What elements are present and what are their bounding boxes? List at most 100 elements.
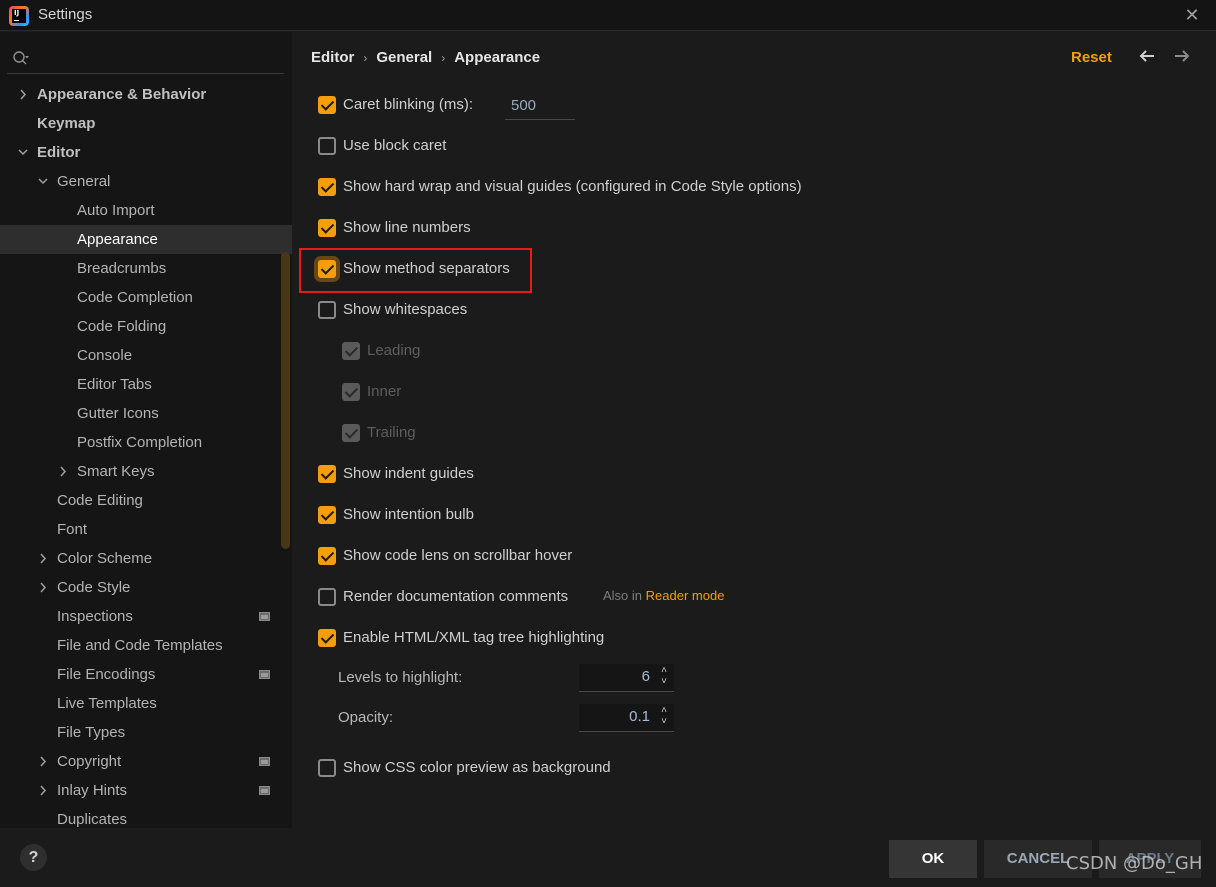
sidebar-item-font[interactable]: Font — [0, 515, 292, 544]
sidebar-item-keymap[interactable]: Keymap — [0, 109, 292, 138]
spinner-up-icon[interactable]: ˄ — [657, 665, 671, 676]
sidebar-item-duplicates[interactable]: Duplicates — [0, 805, 292, 828]
sidebar-item-postfix-completion[interactable]: Postfix Completion — [0, 428, 292, 457]
sidebar-item-color-scheme[interactable]: Color Scheme — [0, 544, 292, 573]
breadcrumb: Editor › General › Appearance — [311, 49, 540, 66]
caret-blinking-input[interactable]: 500 — [505, 94, 575, 120]
spinner-arrows-icon[interactable]: ˄ ˅ — [657, 705, 671, 731]
sidebar-item-label: Console — [77, 347, 133, 364]
sidebar-item-label: Editor — [37, 144, 81, 161]
sidebar-item-label: Appearance — [77, 231, 158, 248]
breadcrumb-separator: › — [441, 51, 446, 65]
help-button[interactable]: ? — [20, 844, 47, 871]
show-hard-wrap-and-visual-guides-configured-in-code-style-options-checkbox[interactable] — [318, 178, 336, 196]
show-line-numbers-label[interactable]: Show line numbers — [343, 216, 471, 240]
sidebar-item-label: Color Scheme — [57, 550, 153, 567]
show-line-numbers-checkbox[interactable] — [318, 219, 336, 237]
use-block-caret-checkbox[interactable] — [318, 137, 336, 155]
inner-label: Inner — [367, 383, 402, 400]
caret-blinking-ms-label[interactable]: Caret blinking (ms): — [343, 93, 473, 117]
trailing-label: Trailing — [367, 424, 416, 441]
sidebar-item-file-encodings[interactable]: File Encodings — [0, 660, 292, 689]
sidebar-item-label: Duplicates — [57, 811, 128, 828]
sidebar-item-label: Breadcrumbs — [77, 260, 167, 277]
project-level-icon — [259, 612, 270, 621]
forward-arrow-icon[interactable] — [1172, 46, 1192, 72]
search-input[interactable] — [37, 46, 277, 70]
show-indent-guides-label[interactable]: Show indent guides — [343, 462, 474, 486]
sidebar-scrollbar[interactable] — [281, 252, 290, 549]
breadcrumb-appearance: Appearance — [454, 49, 541, 66]
reset-link[interactable]: Reset — [1071, 49, 1112, 66]
sidebar-item-live-templates[interactable]: Live Templates — [0, 689, 292, 718]
sidebar-item-label: Code Completion — [77, 289, 193, 306]
levels-to-highlight-spinner[interactable]: 6 ˄ ˅ — [579, 664, 674, 692]
sidebar-item-breadcrumbs[interactable]: Breadcrumbs — [0, 254, 292, 283]
sidebar-item-copyright[interactable]: Copyright — [0, 747, 292, 776]
enable-html-xml-tag-tree-highlighting-checkbox[interactable] — [318, 629, 336, 647]
spinner-arrows-icon[interactable]: ˄ ˅ — [657, 665, 671, 691]
leading-label: Leading — [367, 342, 421, 359]
also-in-note: Also in Reader mode — [603, 588, 724, 603]
sidebar-item-file-and-code-templates[interactable]: File and Code Templates — [0, 631, 292, 660]
show-intention-bulb-label[interactable]: Show intention bulb — [343, 503, 474, 527]
show-whitespaces-label[interactable]: Show whitespaces — [343, 298, 467, 322]
show-css-color-preview-as-background-checkbox[interactable] — [318, 759, 336, 777]
sidebar-item-label: Code Style — [57, 579, 131, 596]
sidebar-item-label: Code Folding — [77, 318, 167, 335]
sidebar-item-label: Gutter Icons — [77, 405, 159, 422]
annotation-highlight-box — [299, 248, 532, 293]
enable-html-xml-tag-tree-highlighting-label[interactable]: Enable HTML/XML tag tree highlighting — [343, 626, 604, 650]
sidebar-item-general[interactable]: General — [0, 167, 292, 196]
sidebar-item-editor[interactable]: Editor — [0, 138, 292, 167]
opacity-spinner[interactable]: 0.1 ˄ ˅ — [579, 704, 674, 732]
title-bar: IJ Settings ✕ — [0, 0, 1216, 31]
sidebar-item-smart-keys[interactable]: Smart Keys — [0, 457, 292, 486]
spinner-down-icon[interactable]: ˅ — [657, 676, 671, 687]
sidebar-item-inspections[interactable]: Inspections — [0, 602, 292, 631]
use-block-caret-label[interactable]: Use block caret — [343, 134, 446, 158]
opacity-label: Opacity: — [338, 709, 394, 726]
render-documentation-comments-checkbox[interactable] — [318, 588, 336, 606]
search-box — [7, 44, 284, 74]
project-level-icon — [259, 757, 270, 766]
show-whitespaces-checkbox[interactable] — [318, 301, 336, 319]
show-css-color-preview-as-background-label[interactable]: Show CSS color preview as background — [343, 756, 611, 780]
sidebar-item-code-completion[interactable]: Code Completion — [0, 283, 292, 312]
sidebar-item-code-style[interactable]: Code Style — [0, 573, 292, 602]
sidebar-item-inlay-hints[interactable]: Inlay Hints — [0, 776, 292, 805]
show-code-lens-on-scrollbar-hover-label[interactable]: Show code lens on scrollbar hover — [343, 544, 572, 568]
cancel-button[interactable]: CANCEL — [984, 840, 1092, 878]
render-documentation-comments-label[interactable]: Render documentation comments — [343, 585, 568, 609]
sidebar-item-file-types[interactable]: File Types — [0, 718, 292, 747]
sidebar-item-code-editing[interactable]: Code Editing — [0, 486, 292, 515]
sidebar-item-code-folding[interactable]: Code Folding — [0, 312, 292, 341]
sidebar-item-appearance[interactable]: Appearance — [0, 225, 292, 254]
sidebar-item-label: Inlay Hints — [57, 782, 128, 799]
reader-mode-link[interactable]: Reader mode — [646, 588, 725, 603]
sidebar-item-console[interactable]: Console — [0, 341, 292, 370]
sidebar-item-auto-import[interactable]: Auto Import — [0, 196, 292, 225]
show-code-lens-on-scrollbar-hover-checkbox[interactable] — [318, 547, 336, 565]
show-indent-guides-checkbox[interactable] — [318, 465, 336, 483]
sidebar-item-editor-tabs[interactable]: Editor Tabs — [0, 370, 292, 399]
spinner-up-icon[interactable]: ˄ — [657, 705, 671, 716]
close-button[interactable]: ✕ — [1182, 5, 1202, 25]
sidebar-item-appearance-behavior[interactable]: Appearance & Behavior — [0, 80, 292, 109]
show-intention-bulb-checkbox[interactable] — [318, 506, 336, 524]
leading-checkbox — [342, 342, 360, 360]
sidebar-item-label: General — [57, 173, 111, 190]
sidebar-item-label: Postfix Completion — [77, 434, 203, 451]
sidebar-item-label: Smart Keys — [77, 463, 155, 480]
apply-button[interactable]: APPLY — [1099, 840, 1201, 878]
ok-button[interactable]: OK — [889, 840, 977, 878]
show-hard-wrap-and-visual-guides-configured-in-code-style-options-label[interactable]: Show hard wrap and visual guides (config… — [343, 175, 802, 199]
sidebar-item-label: Appearance & Behavior — [37, 86, 207, 103]
opacity-value[interactable]: 0.1 — [629, 708, 650, 725]
search-icon[interactable] — [12, 50, 30, 68]
levels-value[interactable]: 6 — [642, 668, 650, 685]
sidebar-item-gutter-icons[interactable]: Gutter Icons — [0, 399, 292, 428]
caret-blinking-ms-checkbox[interactable] — [318, 96, 336, 114]
spinner-down-icon[interactable]: ˅ — [657, 716, 671, 727]
back-arrow-icon[interactable] — [1137, 46, 1157, 72]
